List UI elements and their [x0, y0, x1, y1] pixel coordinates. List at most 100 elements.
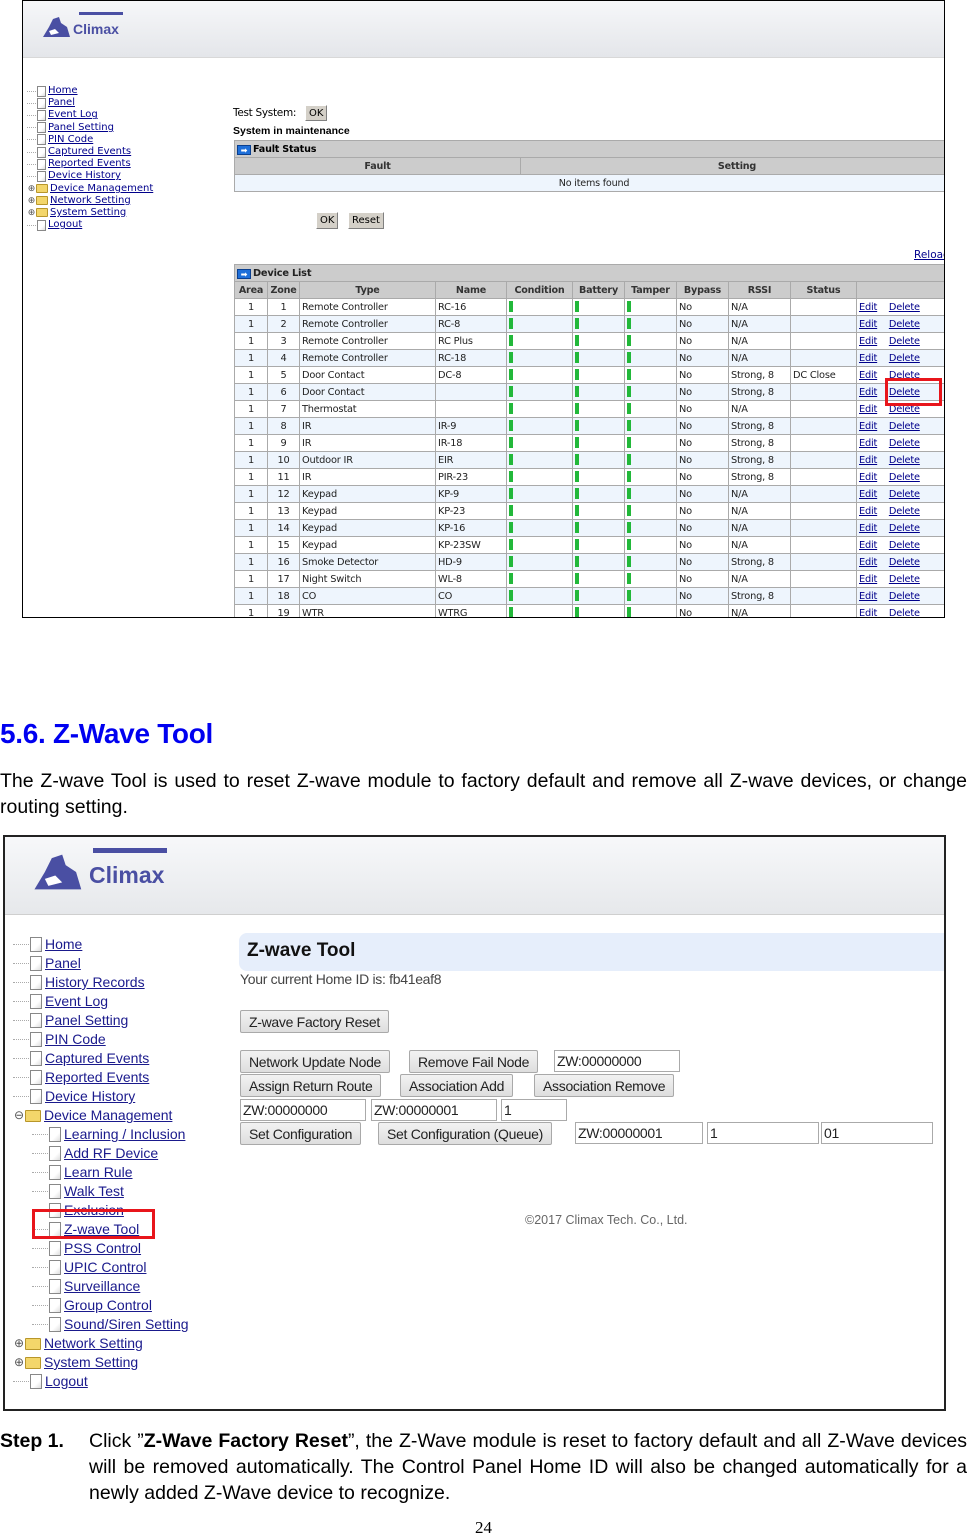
edit-link[interactable]: Edit: [859, 472, 877, 483]
sidebar-item-panel-setting[interactable]: Panel Setting: [27, 122, 153, 134]
sidebar-link[interactable]: Learn Rule: [64, 1163, 133, 1182]
edit-link[interactable]: Edit: [859, 404, 877, 415]
route-group-input[interactable]: [501, 1099, 567, 1121]
ok-button[interactable]: OK: [316, 212, 339, 229]
sidebar-item-device-history[interactable]: Device History: [27, 170, 153, 182]
sidebar-link[interactable]: Reported Events: [45, 1068, 149, 1087]
sidebar-link[interactable]: Logout: [48, 219, 82, 231]
edit-link[interactable]: Edit: [859, 540, 877, 551]
sidebar-item-learn-rule[interactable]: Learn Rule: [13, 1163, 189, 1182]
sidebar-item-logout[interactable]: Logout: [13, 1372, 189, 1391]
sidebar-link[interactable]: Logout: [45, 1372, 88, 1391]
reset-button[interactable]: Reset: [348, 212, 384, 229]
sidebar-link[interactable]: Network Setting: [50, 195, 131, 207]
edit-link[interactable]: Edit: [859, 523, 877, 534]
edit-link[interactable]: Edit: [859, 302, 877, 313]
sidebar-item-panel[interactable]: Panel: [13, 954, 189, 973]
sidebar-link[interactable]: Surveillance: [64, 1277, 140, 1296]
edit-link[interactable]: Edit: [859, 506, 877, 517]
sidebar-item-home[interactable]: Home: [13, 935, 189, 954]
set-configuration-button[interactable]: Set Configuration: [240, 1122, 362, 1145]
delete-link[interactable]: Delete: [889, 302, 920, 313]
sidebar-item-add-rf-device[interactable]: Add RF Device: [13, 1144, 189, 1163]
sidebar-item-network-setting[interactable]: ⊕ Network Setting: [27, 195, 153, 207]
edit-link[interactable]: Edit: [859, 336, 877, 347]
delete-link[interactable]: Delete: [889, 557, 920, 568]
reload-link[interactable]: Reload: [914, 249, 944, 261]
assign-return-route-button[interactable]: Assign Return Route: [240, 1074, 382, 1097]
delete-link[interactable]: Delete: [889, 540, 920, 551]
edit-link[interactable]: Edit: [859, 489, 877, 500]
delete-link[interactable]: Delete: [889, 574, 920, 585]
sidebar-link[interactable]: Sound/Siren Setting: [64, 1315, 189, 1334]
sidebar-link[interactable]: Group Control: [64, 1296, 152, 1315]
config-value-input[interactable]: [821, 1122, 933, 1144]
sidebar-item-pin-code[interactable]: PIN Code: [13, 1030, 189, 1049]
delete-link[interactable]: Delete: [889, 353, 920, 364]
edit-link[interactable]: Edit: [859, 319, 877, 330]
expand-icon[interactable]: ⊕: [27, 195, 36, 207]
sidebar-item-group-control[interactable]: Group Control: [13, 1296, 189, 1315]
delete-link[interactable]: Delete: [889, 523, 920, 534]
association-add-button[interactable]: Association Add: [400, 1074, 514, 1097]
sidebar-link[interactable]: PIN Code: [45, 1030, 106, 1049]
sidebar-link[interactable]: System Setting: [44, 1353, 138, 1372]
delete-link[interactable]: Delete: [889, 319, 920, 330]
sidebar-link[interactable]: Event Log: [45, 992, 108, 1011]
set-configuration-queue-button[interactable]: Set Configuration (Queue): [378, 1122, 552, 1145]
sidebar-link[interactable]: Device Management: [44, 1106, 172, 1125]
route-source-input[interactable]: [240, 1099, 366, 1121]
sidebar-link[interactable]: Walk Test: [64, 1182, 124, 1201]
sidebar-link[interactable]: Learning / Inclusion: [64, 1125, 185, 1144]
sidebar-link[interactable]: Reported Events: [48, 158, 131, 170]
sidebar-item-walk-test[interactable]: Walk Test: [13, 1182, 189, 1201]
edit-link[interactable]: Edit: [859, 574, 877, 585]
delete-link[interactable]: Delete: [889, 489, 920, 500]
edit-link[interactable]: Edit: [859, 438, 877, 449]
edit-link[interactable]: Edit: [859, 455, 877, 466]
sidebar-item-captured-events[interactable]: Captured Events: [13, 1049, 189, 1068]
sidebar-item-network-setting[interactable]: ⊕ Network Setting: [13, 1334, 189, 1353]
sidebar-link[interactable]: Panel: [48, 97, 75, 109]
sidebar-item-reported-events[interactable]: Reported Events: [27, 158, 153, 170]
sidebar-link[interactable]: Panel Setting: [48, 122, 114, 134]
sidebar-link[interactable]: Event Log: [48, 109, 98, 121]
zwave-factory-reset-button[interactable]: Z-wave Factory Reset: [240, 1010, 389, 1033]
edit-link[interactable]: Edit: [859, 591, 877, 602]
expand-icon[interactable]: ⊕: [13, 1334, 25, 1353]
route-destination-input[interactable]: [371, 1099, 497, 1121]
sidebar-item-logout[interactable]: Logout: [27, 219, 153, 231]
edit-link[interactable]: Edit: [859, 353, 877, 364]
delete-link[interactable]: Delete: [889, 438, 920, 449]
test-system-ok-button[interactable]: OK: [305, 105, 328, 121]
delete-link[interactable]: Delete: [889, 455, 920, 466]
collapse-icon[interactable]: ⊖: [13, 1106, 25, 1125]
expand-icon[interactable]: ⊕: [13, 1353, 25, 1372]
sidebar-item-device-management[interactable]: ⊖ Device Management: [13, 1106, 189, 1125]
expand-icon[interactable]: ⊕: [27, 183, 36, 195]
delete-link[interactable]: Delete: [889, 608, 920, 618]
sidebar-item-event-log[interactable]: Event Log: [27, 109, 153, 121]
sidebar-link[interactable]: Device History: [45, 1087, 135, 1106]
edit-link[interactable]: Edit: [859, 421, 877, 432]
network-update-node-button[interactable]: Network Update Node: [240, 1050, 391, 1073]
sidebar-item-captured-events[interactable]: Captured Events: [27, 146, 153, 158]
sidebar-item-event-log[interactable]: Event Log: [13, 992, 189, 1011]
remove-fail-node-id-input[interactable]: [554, 1050, 680, 1072]
edit-link[interactable]: Edit: [859, 387, 877, 398]
sidebar-link[interactable]: PIN Code: [48, 134, 93, 146]
sidebar-link[interactable]: Network Setting: [44, 1334, 143, 1353]
sidebar-link[interactable]: System Setting: [50, 207, 126, 219]
sidebar-link[interactable]: Device Management: [50, 183, 153, 195]
sidebar-item-panel[interactable]: Panel: [27, 97, 153, 109]
remove-fail-node-button[interactable]: Remove Fail Node: [409, 1050, 539, 1073]
delete-link[interactable]: Delete: [889, 506, 920, 517]
sidebar-item-history-records[interactable]: History Records: [13, 973, 189, 992]
sidebar-item-system-setting[interactable]: ⊕ System Setting: [27, 207, 153, 219]
sidebar-item-device-history[interactable]: Device History: [13, 1087, 189, 1106]
sidebar-link[interactable]: Panel: [45, 954, 81, 973]
delete-link[interactable]: Delete: [889, 336, 920, 347]
sidebar-link[interactable]: Panel Setting: [45, 1011, 128, 1030]
sidebar-link[interactable]: Captured Events: [45, 1049, 149, 1068]
config-node-input[interactable]: [575, 1122, 703, 1144]
